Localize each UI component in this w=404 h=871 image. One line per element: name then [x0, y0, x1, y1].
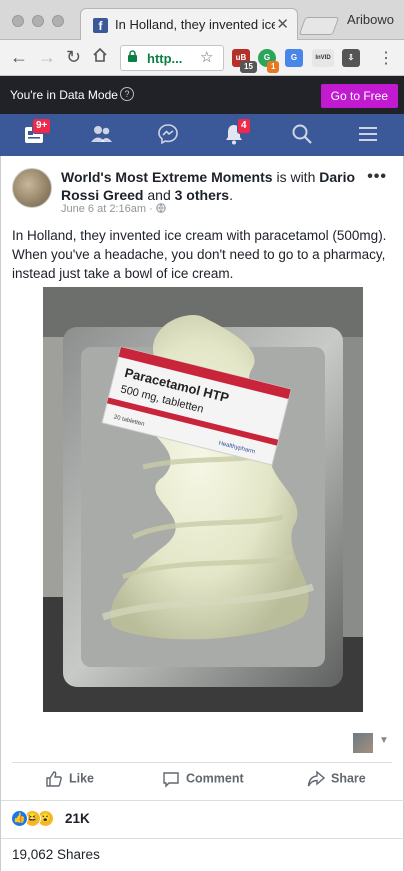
- period-text: .: [229, 187, 233, 203]
- action-divider-top: [12, 762, 392, 763]
- share-arrow-icon: [307, 770, 326, 787]
- ghostery-badge: 1: [267, 61, 280, 73]
- forward-arrow-icon[interactable]: →: [38, 47, 56, 68]
- messenger-icon: [158, 124, 178, 145]
- back-arrow-icon[interactable]: ←: [10, 47, 28, 68]
- news-feed-badge: 9+: [32, 118, 52, 134]
- share-button[interactable]: Share: [307, 770, 366, 792]
- hamburger-menu-icon: [359, 127, 377, 141]
- reaction-count: 21K: [65, 811, 90, 826]
- like-button[interactable]: Like: [45, 770, 94, 792]
- post-time-text: June 6 at 2:16am: [61, 203, 147, 215]
- ublock-badge: 15: [240, 61, 257, 73]
- lock-icon: [127, 50, 138, 66]
- search-icon: [292, 124, 312, 144]
- comment-label: Comment: [186, 771, 244, 786]
- comment-bubble-icon: [163, 772, 179, 788]
- others-link[interactable]: 3 others: [175, 187, 229, 203]
- window-close-button[interactable]: [12, 15, 24, 27]
- friends-icon: [91, 126, 112, 142]
- reload-icon[interactable]: ↻: [66, 47, 81, 68]
- time-separator: ·: [149, 203, 153, 215]
- post-body-text: In Holland, they invented ice cream with…: [12, 228, 387, 281]
- thumbs-up-icon: [46, 771, 62, 787]
- new-tab-button[interactable]: [298, 17, 340, 35]
- post-options-icon[interactable]: •••: [367, 168, 387, 186]
- invid-extension-icon[interactable]: InVID: [312, 49, 334, 67]
- data-mode-bar: You're in Data Mode ? Go to Free: [0, 76, 404, 114]
- download-extension-icon[interactable]: ⇩: [342, 49, 360, 67]
- window-zoom-button[interactable]: [52, 15, 64, 27]
- url-text: http...: [147, 51, 183, 66]
- browser-toolbar: ← → ↻ http... ☆ uB 15 G 1 G InVID ⇩ ⋮: [0, 40, 404, 76]
- page-avatar[interactable]: [12, 168, 52, 208]
- menu-kebab-icon[interactable]: ⋮: [378, 48, 394, 68]
- window-minimize-button[interactable]: [32, 15, 44, 27]
- notifications-tab[interactable]: 4: [222, 118, 251, 148]
- ice-cream-photo: Paracetamol HTP 500 mg, tabletten 20 tab…: [43, 287, 363, 712]
- profile-name[interactable]: Aribowo: [347, 12, 394, 27]
- facebook-nav-bar: 9+ 4: [0, 114, 404, 156]
- globe-icon: [156, 203, 166, 213]
- home-icon[interactable]: [92, 47, 108, 68]
- browser-tab-bar: f In Holland, they invented ice ✕ Aribow…: [0, 0, 404, 40]
- feed-post: World's Most Extreme Moments is with Dar…: [0, 156, 404, 871]
- action-divider-bottom: [1, 800, 404, 801]
- comment-button[interactable]: Comment: [162, 770, 244, 792]
- bookmark-star-icon[interactable]: ☆: [200, 48, 213, 66]
- post-timestamp[interactable]: June 6 at 2:16am ·: [61, 203, 166, 215]
- notifications-badge: 4: [237, 118, 251, 134]
- is-with-text: is with: [276, 169, 316, 185]
- shares-count[interactable]: 19,062 Shares: [12, 847, 100, 862]
- more-menu-tab[interactable]: [356, 122, 384, 148]
- browser-tab-active[interactable]: f In Holland, they invented ice ✕: [80, 8, 298, 40]
- post-header: World's Most Extreme Moments is with Dar…: [61, 168, 361, 204]
- tab-close-icon[interactable]: ✕: [276, 15, 289, 33]
- search-tab[interactable]: [290, 122, 318, 148]
- tab-title: In Holland, they invented ice: [115, 17, 275, 32]
- like-reaction-icon: 👍: [11, 810, 28, 827]
- friends-tab[interactable]: [89, 122, 117, 148]
- shares-divider: [1, 838, 404, 839]
- page-name-link[interactable]: World's Most Extreme Moments: [61, 169, 273, 185]
- news-feed-tab[interactable]: 9+: [22, 118, 52, 148]
- post-photo[interactable]: Paracetamol HTP 500 mg, tabletten 20 tab…: [43, 287, 363, 712]
- go-to-free-button[interactable]: Go to Free: [320, 84, 398, 108]
- share-label: Share: [331, 771, 366, 786]
- help-icon[interactable]: ?: [120, 87, 134, 101]
- data-mode-text: You're in Data Mode: [10, 88, 118, 102]
- messenger-tab[interactable]: [156, 122, 184, 148]
- chevron-down-icon[interactable]: ▼: [379, 735, 389, 746]
- and-text: and: [147, 187, 171, 203]
- like-label: Like: [69, 771, 95, 786]
- facebook-favicon-icon: f: [93, 18, 108, 33]
- viewer-avatar[interactable]: [353, 733, 373, 753]
- translate-extension-icon[interactable]: G: [285, 49, 303, 67]
